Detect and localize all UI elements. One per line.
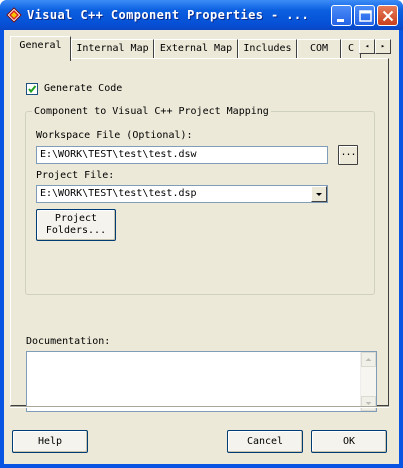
documentation-scrollbar[interactable] [360,352,376,411]
ok-button[interactable]: OK [311,430,387,453]
browse-workspace-button[interactable]: ... [338,145,358,165]
footer-separator [10,406,389,408]
project-file-combobox[interactable]: E:\WORK\TEST\test\test.dsp [36,185,328,203]
tab-label: COM [309,43,329,54]
checkmark-icon [28,85,37,94]
maximize-button[interactable] [354,5,375,26]
maximize-icon [359,10,372,22]
cancel-button[interactable]: Cancel [227,430,303,453]
tab-label: Internal Map [76,43,149,54]
tab-truncated[interactable]: C [341,39,361,59]
project-folders-button[interactable]: Project Folders... [36,209,116,241]
chevron-up-icon [365,358,372,361]
minimize-button[interactable] [331,5,352,26]
dialog-client: General Internal Map External Map Includ… [4,30,399,464]
scroll-right-icon: ▸ [380,42,386,50]
tab-label: General [19,40,62,51]
project-folders-label-line2: Folders... [45,225,107,236]
workspace-file-label: Workspace File (Optional): [36,130,193,141]
project-mapping-group: Component to Visual C++ Project Mapping … [25,105,375,295]
tab-scroll-right-button[interactable]: ▸ [375,39,391,54]
scroll-down-button[interactable] [361,396,376,411]
generate-code-label: Generate Code [44,83,123,94]
tab-scroll-left-button[interactable]: ◂ [359,39,375,54]
project-folders-label-line1: Project [54,213,98,224]
tab-internal-map[interactable]: Internal Map [71,39,154,59]
tab-includes[interactable]: Includes [238,39,297,59]
group-title: Component to Visual C++ Project Mapping [32,105,271,118]
dialog-window: Visual C++ Component Properties - ... Ge… [0,0,403,468]
tab-com[interactable]: COM [297,39,341,59]
title-bar[interactable]: Visual C++ Component Properties - ... [0,0,403,30]
close-button[interactable] [377,5,398,26]
visual-cpp-app-icon[interactable] [6,7,22,23]
chevron-down-icon [316,193,322,196]
generate-code-checkbox[interactable] [26,83,38,95]
tab-label: Includes [243,43,292,54]
scroll-up-button[interactable] [361,352,376,367]
tab-general[interactable]: General [10,36,71,61]
project-file-label: Project File: [36,170,115,181]
tab-label: External Map [159,43,233,54]
chevron-down-icon [365,402,372,405]
tab-label: C [347,43,355,54]
project-file-value: E:\WORK\TEST\test\test.dsp [40,188,197,199]
workspace-file-input[interactable]: E:\WORK\TEST\test\test.dsw [36,146,328,164]
general-tab-panel: Generate Code Component to Visual C++ Pr… [10,58,389,412]
minimize-icon [337,19,344,22]
scroll-left-icon: ◂ [364,42,370,50]
tab-external-map[interactable]: External Map [154,39,238,59]
help-button[interactable]: Help [12,430,88,453]
close-icon [382,10,394,22]
documentation-textarea[interactable] [26,351,377,412]
documentation-label: Documentation: [26,336,111,347]
project-file-dropdown-button[interactable] [311,186,327,202]
window-title: Visual C++ Component Properties - ... [27,8,310,22]
